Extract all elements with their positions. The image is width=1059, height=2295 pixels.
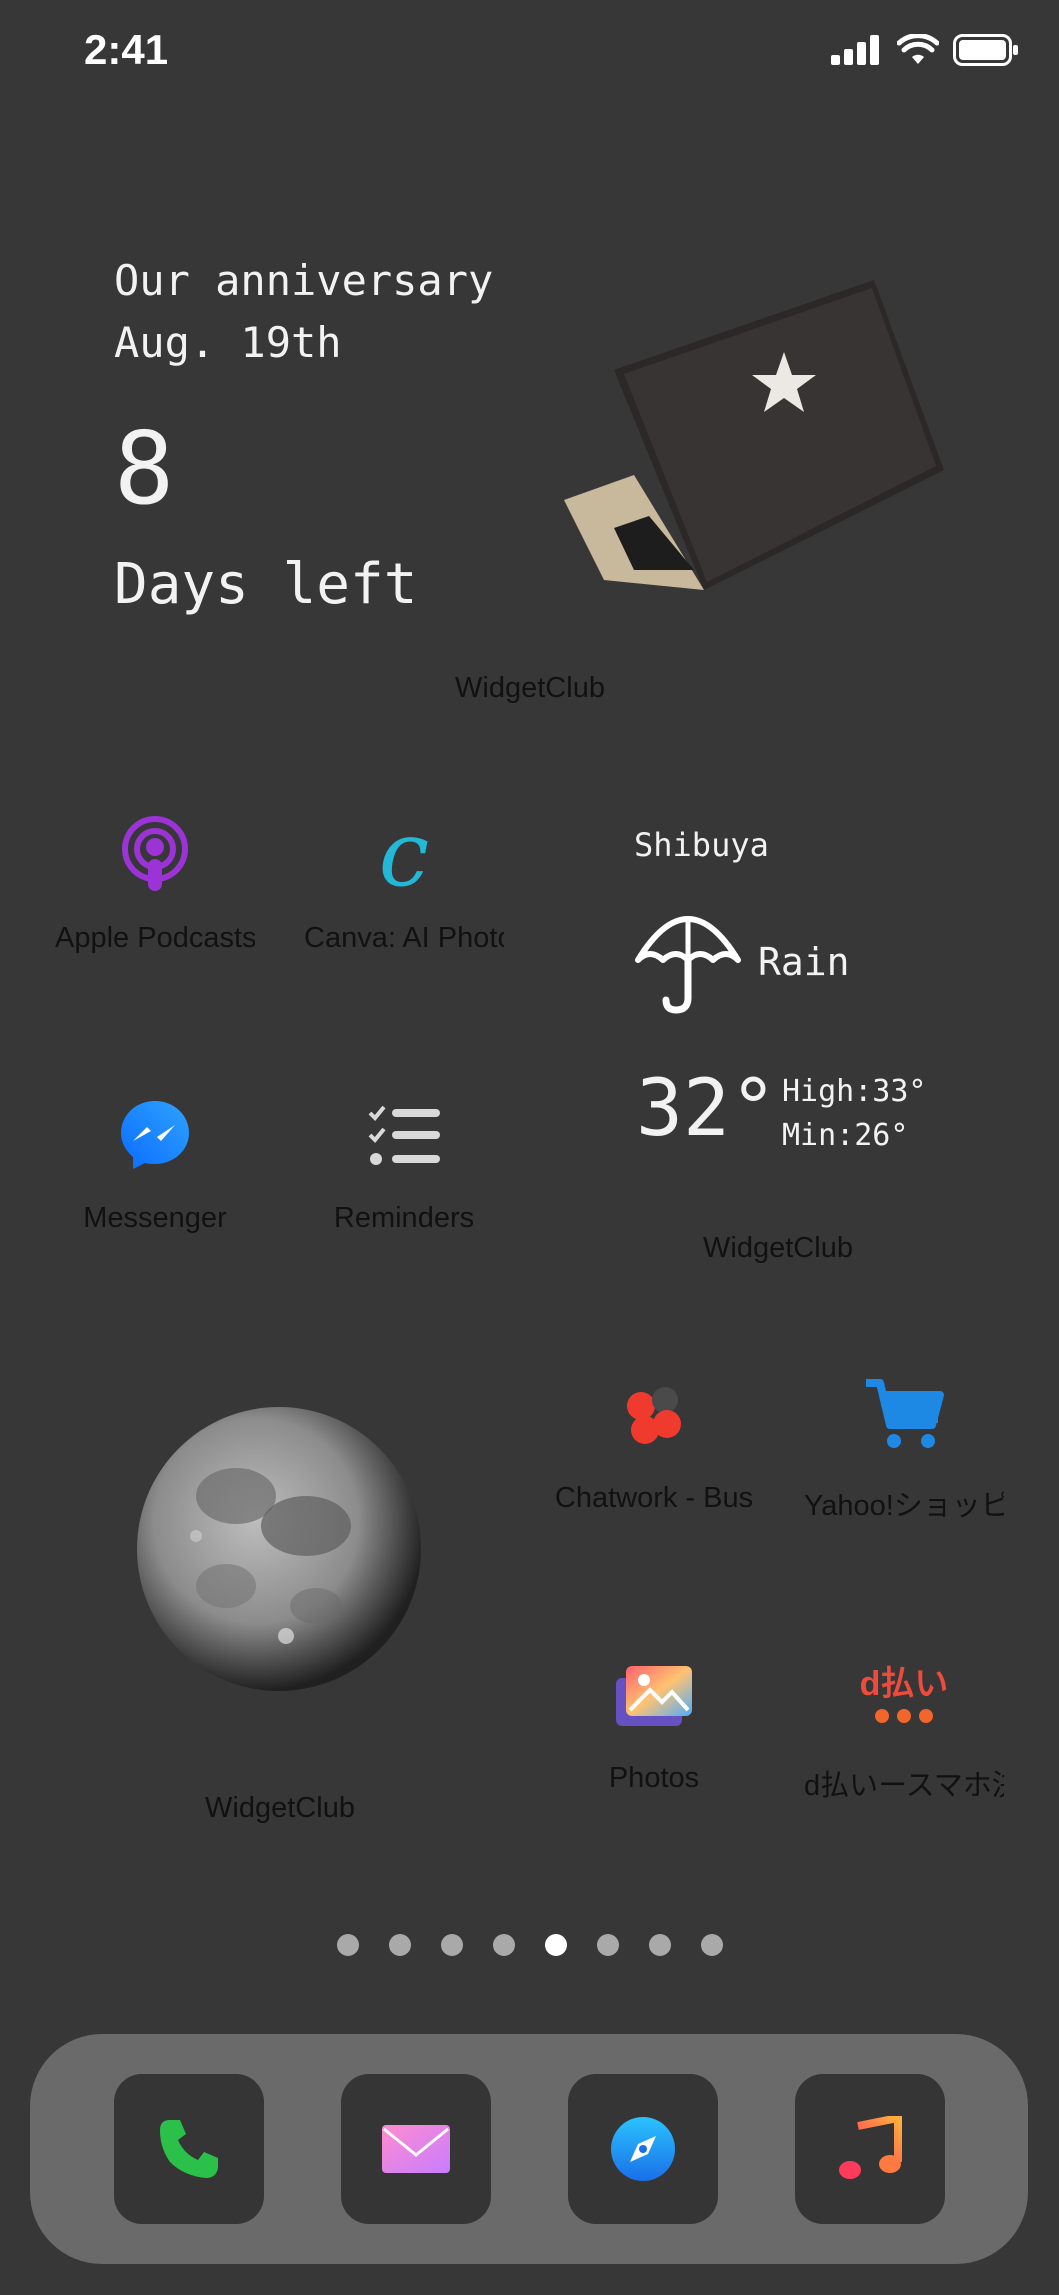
page-dot[interactable]	[700, 1934, 723, 1956]
anniversary-line2: Aug. 19th	[114, 318, 342, 367]
app-photos[interactable]: Photos	[554, 1640, 754, 1795]
phone-icon	[160, 2120, 218, 2178]
anniversary-line1: Our anniversary	[114, 256, 494, 305]
weather-high: High:33°	[782, 1074, 927, 1109]
app-dpay[interactable]: d払い d払いースマホ決	[804, 1640, 1004, 1804]
dock-safari-button[interactable]	[568, 2074, 718, 2224]
umbrella-icon	[635, 916, 741, 1014]
battery-icon	[953, 34, 1018, 66]
music-icon	[839, 2116, 902, 2179]
app-label: d払いースマホ決	[804, 1770, 1004, 1802]
app-label: Photos	[608, 1762, 700, 1794]
page-dot[interactable]	[388, 1934, 411, 1956]
weather-location: Shibuya	[634, 826, 769, 864]
status-time: 2:41	[84, 26, 169, 73]
app-messenger[interactable]: Messenger	[55, 1080, 255, 1235]
anniversary-widget-label: WidgetClub	[455, 672, 605, 704]
app-reminders[interactable]: Reminders	[304, 1080, 504, 1235]
weather-temperature: 32°	[636, 1064, 777, 1154]
page-indicator[interactable]	[0, 1934, 1059, 1956]
page-dot-active[interactable]	[544, 1934, 567, 1956]
page-dot[interactable]	[440, 1934, 463, 1956]
compass-icon	[611, 2117, 675, 2181]
page-dot[interactable]	[336, 1934, 359, 1956]
messenger-icon	[100, 1080, 210, 1190]
canva-icon: c	[378, 802, 430, 907]
app-label: Chatwork - Bus	[554, 1482, 754, 1514]
podcasts-icon	[100, 800, 210, 910]
chatwork-icon	[599, 1360, 709, 1470]
moon-image[interactable]	[136, 1406, 422, 1692]
page-dot[interactable]	[492, 1934, 515, 1956]
page-dot[interactable]	[596, 1934, 619, 1956]
dock-mail-button[interactable]	[341, 2074, 491, 2224]
app-label: Messenger	[83, 1202, 227, 1234]
app-yahoo-shopping[interactable]: Yahoo!ショッピ	[804, 1360, 1004, 1524]
dpay-icon: d払い	[849, 1640, 959, 1750]
weather-high-low: High:33° Min:26°	[782, 1070, 927, 1158]
anniversary-days-count: 8	[114, 410, 175, 527]
weather-widget-label: WidgetClub	[703, 1232, 853, 1264]
app-chatwork[interactable]: Chatwork - Bus	[554, 1360, 754, 1515]
anniversary-days-caption: Days left	[114, 552, 418, 617]
photos-icon	[599, 1640, 709, 1750]
dpay-logo-text: d払い	[859, 1665, 949, 1703]
status-icons	[831, 34, 1019, 66]
anniversary-widget-title[interactable]: Our anniversary Aug. 19th	[114, 250, 493, 374]
weather-condition: Rain	[758, 940, 850, 984]
reminders-icon	[349, 1080, 459, 1190]
moon-widget-label: WidgetClub	[205, 1792, 355, 1824]
dock-music-button[interactable]	[795, 2074, 945, 2224]
laptop-image	[564, 280, 944, 590]
cellular-signal-icon	[831, 35, 879, 65]
dock-phone-button[interactable]	[114, 2074, 264, 2224]
app-label: Apple Podcasts	[55, 922, 255, 954]
wifi-icon	[897, 34, 939, 64]
page-dot[interactable]	[648, 1934, 671, 1956]
app-canva[interactable]: c Canva: AI Photo	[304, 800, 504, 955]
cart-icon	[849, 1360, 959, 1470]
app-label: Reminders	[333, 1202, 475, 1234]
app-label: Canva: AI Photo	[304, 922, 504, 954]
mail-icon	[382, 2125, 450, 2173]
app-apple-podcasts[interactable]: Apple Podcasts	[55, 800, 255, 955]
weather-low: Min:26°	[782, 1118, 909, 1153]
app-label: Yahoo!ショッピ	[804, 1490, 1004, 1522]
